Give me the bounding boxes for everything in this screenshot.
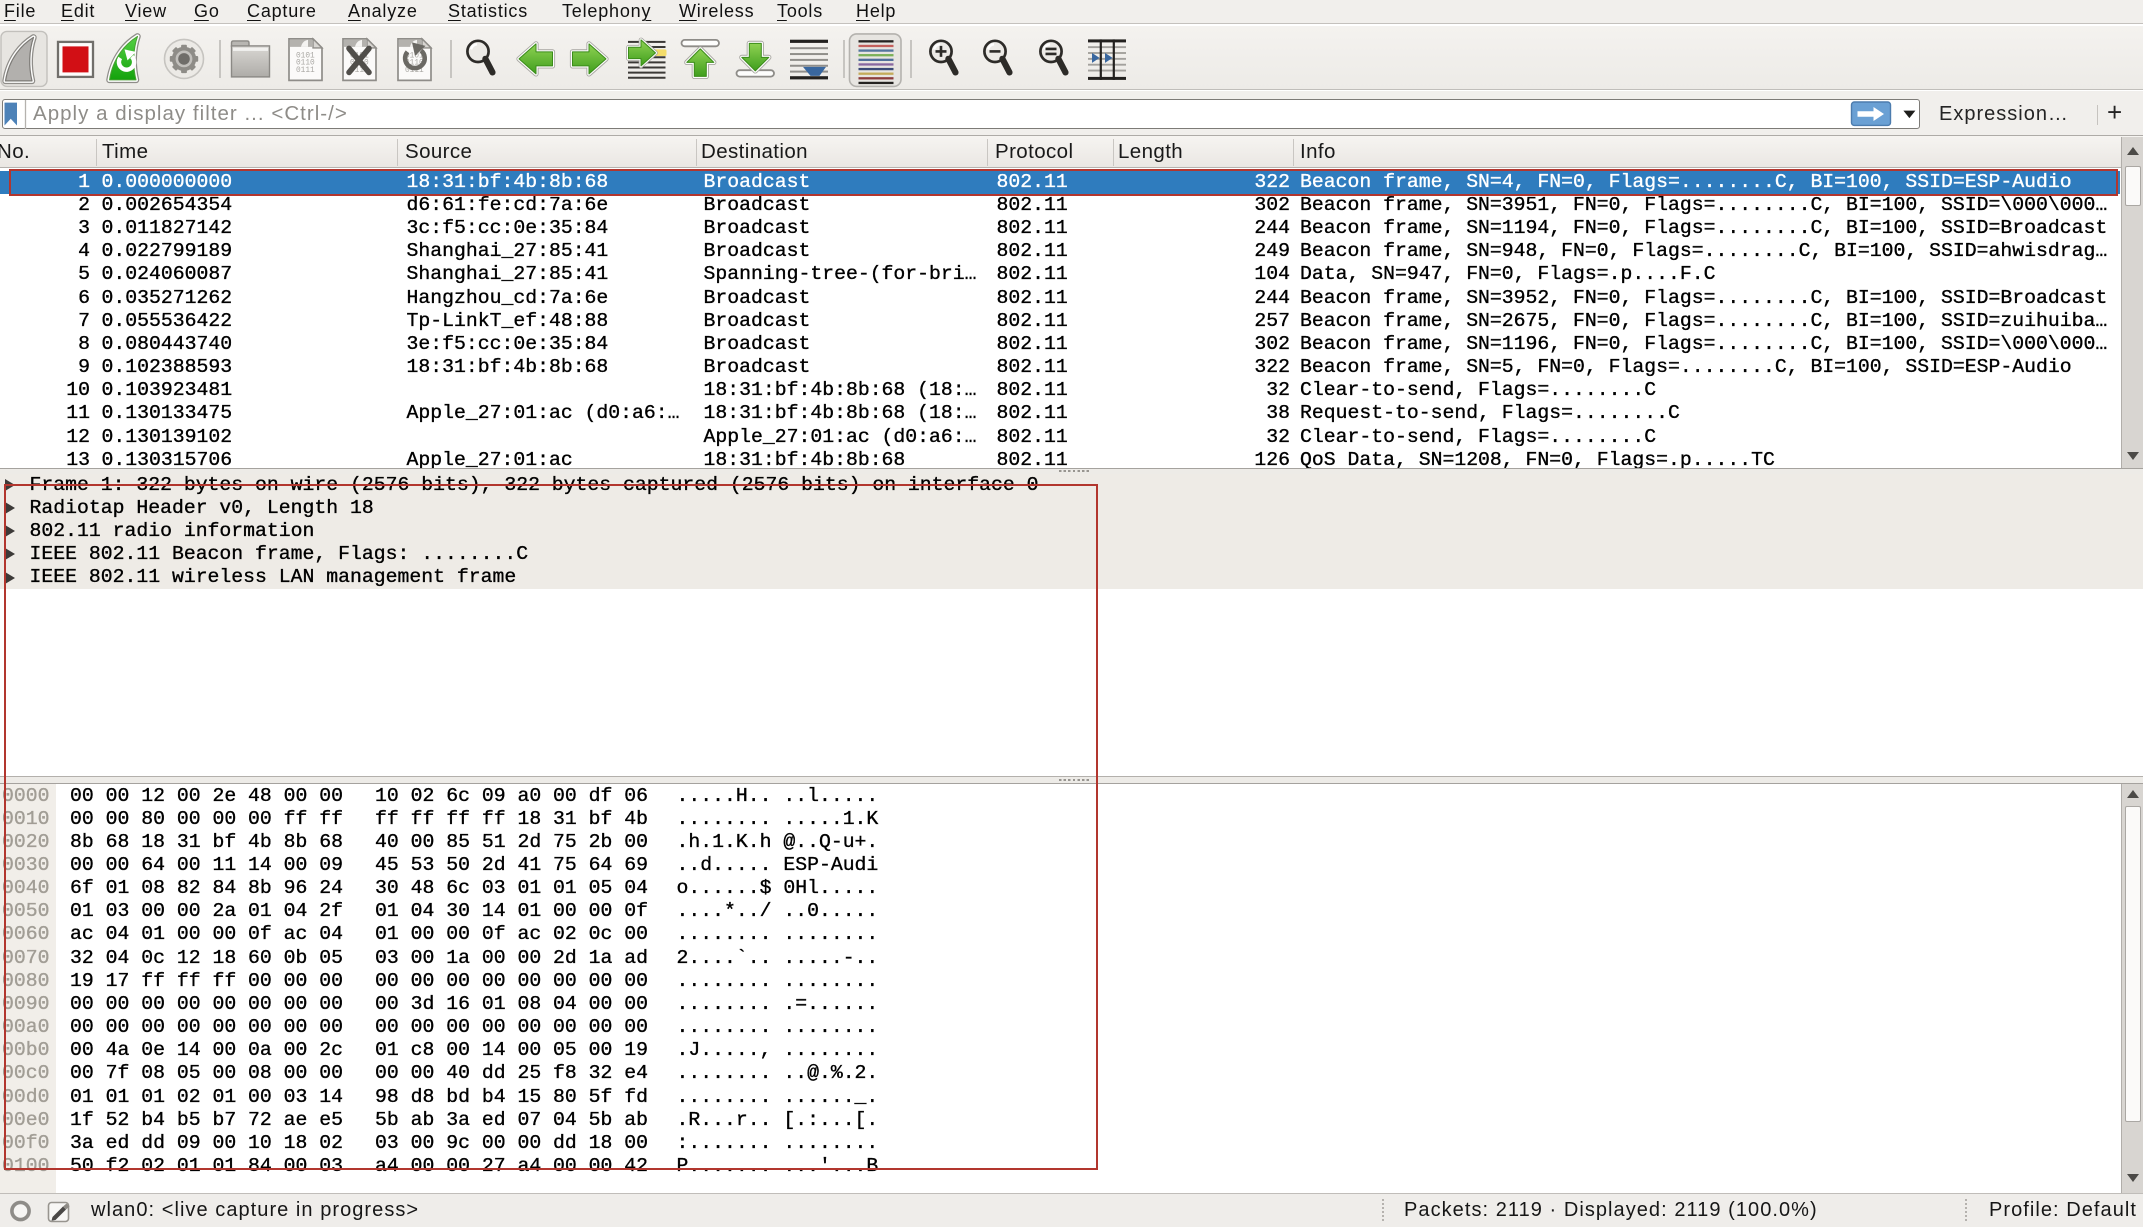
svg-text:0111: 0111 (296, 67, 315, 75)
